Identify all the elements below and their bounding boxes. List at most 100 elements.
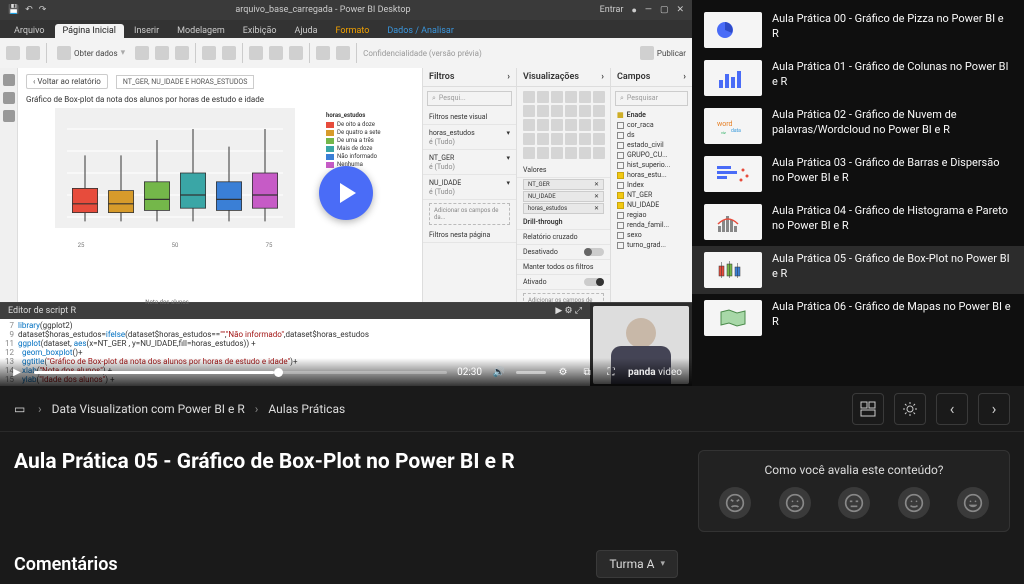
settings-icon[interactable]: ⚙ [556,365,570,379]
field-item[interactable]: estado_civil [611,140,692,150]
viz-type-icon[interactable] [565,147,577,159]
play-pause-button[interactable]: ▶ [10,365,24,379]
checkbox-icon[interactable] [617,162,624,169]
field-item[interactable]: hist_superio... [611,160,692,170]
viz-type-icon[interactable] [551,105,563,117]
viz-type-icon[interactable] [593,133,605,145]
field-item[interactable]: cor_raca [611,120,692,130]
field-chip[interactable]: horas_estudos✕ [523,203,604,214]
transform-icon[interactable] [202,46,216,60]
dataverse-icon[interactable] [175,46,189,60]
viz-type-icon[interactable] [565,133,577,145]
signin-label[interactable]: Entrar [600,5,624,15]
menu-modelagem[interactable]: Modelagem [169,24,233,38]
viz-type-icon[interactable] [523,147,535,159]
volume-icon[interactable]: 🔊 [492,365,506,379]
playlist-item[interactable]: worddatavizAula Prática 02 - Gráfico de … [692,102,1024,150]
quick-measure-icon[interactable] [336,46,350,60]
menu-ajuda[interactable]: Ajuda [287,24,326,38]
field-item[interactable]: horas_estu... [611,170,692,180]
filter-card[interactable]: NT_GER▾é (Tudo) [423,150,516,175]
volume-slider[interactable] [516,371,546,374]
viz-type-icon[interactable] [565,91,577,103]
viz-type-icon[interactable] [579,133,591,145]
fullscreen-icon[interactable]: ⛶ [604,365,618,379]
paste-icon[interactable] [6,46,20,60]
collapse-icon[interactable]: › [601,72,604,82]
model-view-icon[interactable] [3,110,15,122]
field-chip[interactable]: NU_IDADE✕ [523,191,604,202]
viz-type-icon[interactable] [593,105,605,117]
viz-type-icon[interactable] [579,105,591,117]
checkbox-icon[interactable] [617,242,624,249]
video-progress[interactable] [34,371,447,374]
field-item[interactable]: Index [611,180,692,190]
sql-icon[interactable] [155,46,169,60]
viz-type-icon[interactable] [537,119,549,131]
breadcrumb-section[interactable]: Aulas Práticas [268,402,345,416]
gear-icon[interactable]: ⚙ [564,306,572,316]
pip-icon[interactable]: ⧉ [580,365,594,379]
playlist-item[interactable]: Aula Prática 05 - Gráfico de Box-Plot no… [692,246,1024,294]
viz-type-icon[interactable] [551,147,563,159]
video-player[interactable]: 💾 ↶ ↷ arquivo_base_carregada - Power BI … [0,0,692,386]
viz-type-icon[interactable] [523,133,535,145]
filter-card[interactable]: NU_IDADE▾é (Tudo) [423,175,516,200]
rating-sad[interactable] [779,487,811,519]
get-data-button[interactable]: Obter dados ▾ [53,44,129,62]
minimize-icon[interactable]: — [645,5,652,15]
keep-filters-toggle[interactable] [584,278,604,286]
publish-button[interactable]: Publicar [640,46,686,60]
viz-type-icon[interactable] [523,91,535,103]
collapse-icon[interactable]: › [507,72,510,82]
add-filter-field[interactable]: Adicionar os campos de da... [429,203,510,225]
checkbox-icon[interactable] [617,222,624,229]
field-item[interactable]: renda_famil... [611,220,692,230]
viz-type-icon[interactable] [593,91,605,103]
viz-type-icon[interactable] [551,119,563,131]
new-visual-icon[interactable] [249,46,263,60]
back-to-report-button[interactable]: ‹ Voltar ao relatório [26,74,108,89]
rating-happy[interactable] [898,487,930,519]
viz-type-icon[interactable] [551,133,563,145]
text-box-icon[interactable] [269,46,283,60]
data-view-icon[interactable] [3,92,15,104]
run-icon[interactable]: ▶ [555,306,562,316]
menu-formato[interactable]: Formato [328,24,378,38]
viz-type-icon[interactable] [537,147,549,159]
playlist-item[interactable]: Aula Prática 00 - Gráfico de Pizza no Po… [692,6,1024,54]
field-item[interactable]: sexo [611,230,692,240]
menu-inserir[interactable]: Inserir [126,24,167,38]
playlist-item[interactable]: Aula Prática 03 - Gráfico de Barras e Di… [692,150,1024,198]
menu-arquivo[interactable]: Arquivo [6,24,53,38]
checkbox-icon[interactable] [617,212,624,219]
play-button[interactable] [319,166,373,220]
viz-type-icon[interactable] [565,119,577,131]
filter-search[interactable]: ⌕Pesqui... [427,91,512,106]
prev-lesson-button[interactable]: ‹ [936,393,968,425]
checkbox-icon[interactable] [617,202,624,209]
playlist-item[interactable]: Aula Prática 04 - Gráfico de Histograma … [692,198,1024,246]
field-item[interactable]: regiao [611,210,692,220]
field-item[interactable]: NU_IDADE [611,200,692,210]
viz-type-icon[interactable] [593,119,605,131]
more-visuals-icon[interactable] [289,46,303,60]
viz-type-icon[interactable] [523,105,535,117]
field-item[interactable]: NT_GER [611,190,692,200]
viz-type-icon[interactable] [537,91,549,103]
cross-report-toggle[interactable] [584,248,604,256]
field-item[interactable]: ds [611,130,692,140]
refresh-icon[interactable] [222,46,236,60]
rating-neutral[interactable] [838,487,870,519]
menu-dados-analisar[interactable]: Dados / Analisar [379,24,462,38]
next-lesson-button[interactable]: › [978,393,1010,425]
field-item[interactable]: GRUPO_CU... [611,150,692,160]
cut-icon[interactable] [26,46,40,60]
new-measure-icon[interactable] [316,46,330,60]
checkbox-icon[interactable] [617,172,624,179]
theme-button[interactable] [894,393,926,425]
checkbox-icon[interactable] [617,152,624,159]
field-chip[interactable]: NT_GER✕ [523,179,604,190]
playlist-item[interactable]: Aula Prática 01 - Gráfico de Colunas no … [692,54,1024,102]
rating-very-happy[interactable] [957,487,989,519]
